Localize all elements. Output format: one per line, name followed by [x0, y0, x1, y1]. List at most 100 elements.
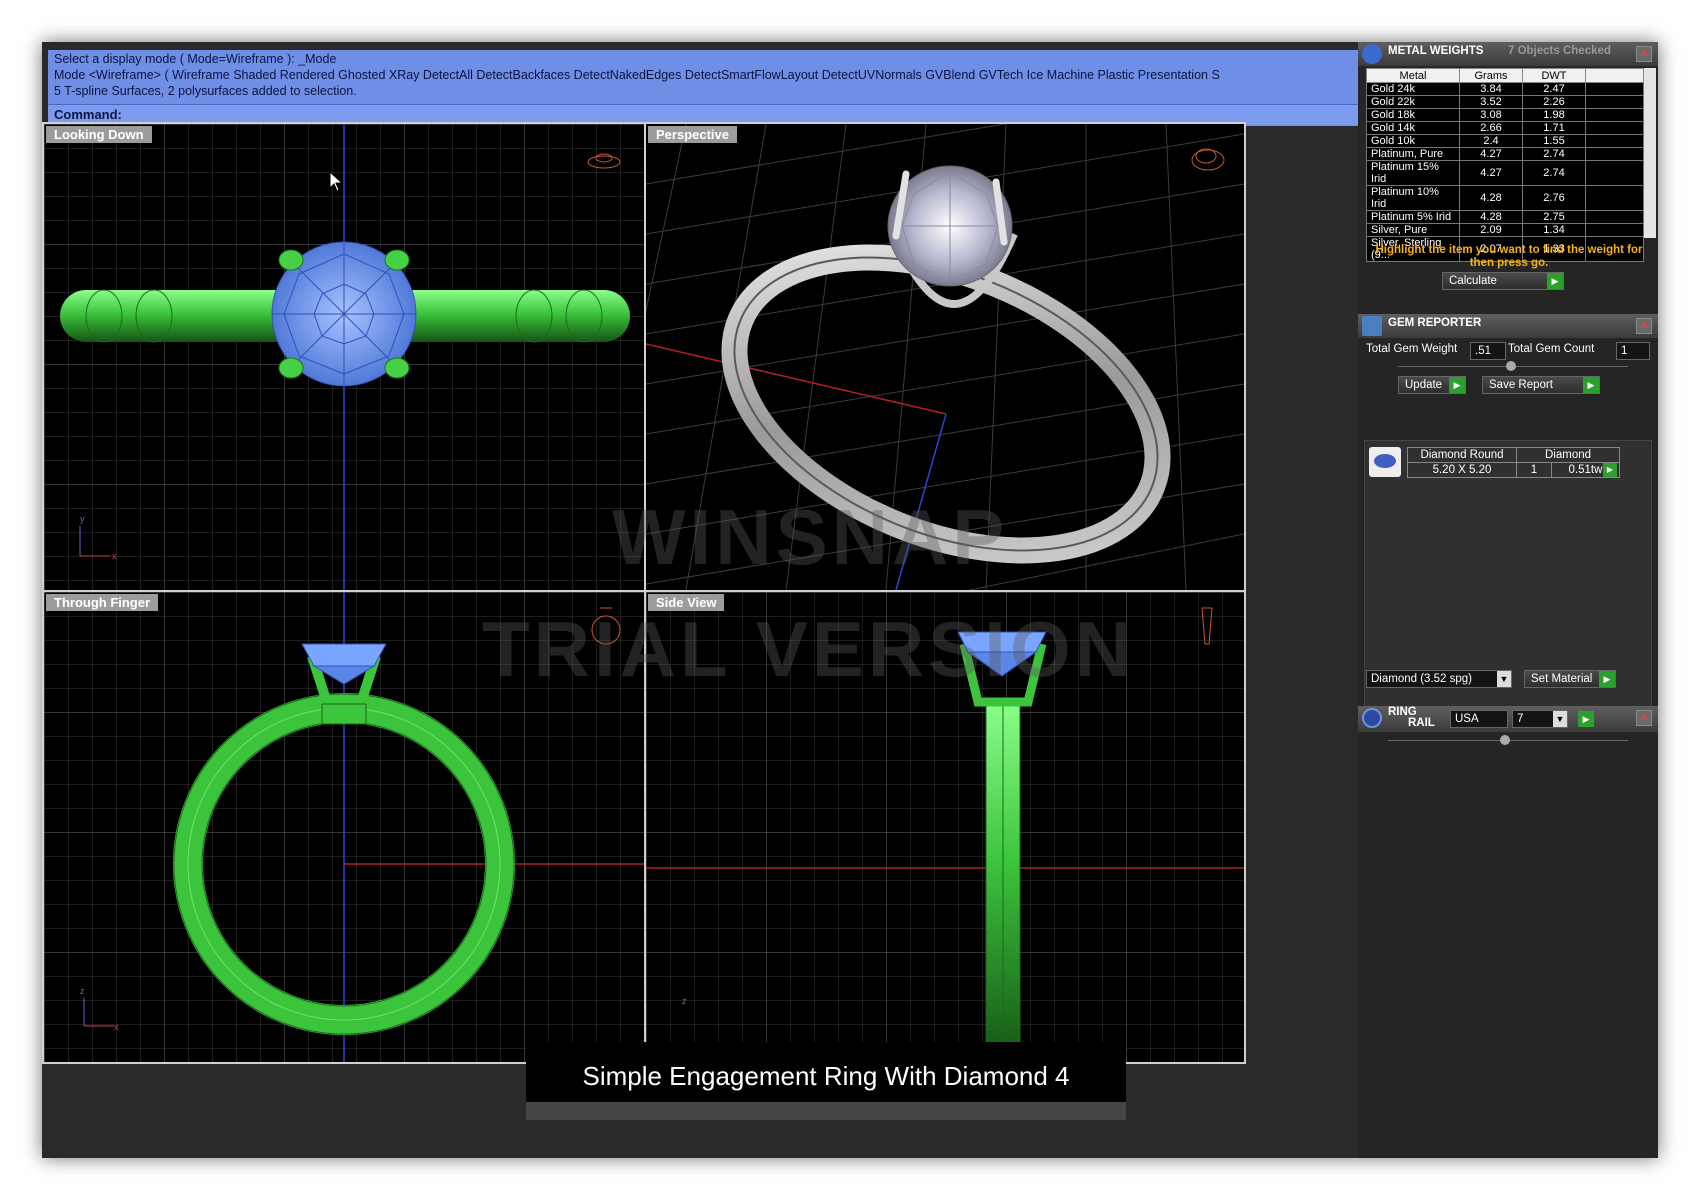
command-line-1: Select a display mode ( Mode=Wireframe )… [54, 52, 337, 66]
cell-grams: 3.52 [1459, 95, 1523, 109]
close-icon[interactable]: ✕ [1636, 46, 1652, 62]
cell-dwt: 2.74 [1522, 160, 1586, 186]
table-row[interactable]: Gold 24k 3.84 2.47 [1366, 82, 1644, 96]
country-field[interactable]: USA [1450, 710, 1508, 728]
cell-metal: Platinum 10% Irid [1366, 185, 1460, 211]
cell-metal: Platinum 5% Irid [1366, 210, 1460, 224]
col-dwt[interactable]: DWT [1522, 68, 1586, 83]
gem-reporter-title: GEM REPORTER [1388, 317, 1482, 329]
close-icon[interactable]: ✕ [1636, 710, 1652, 726]
metal-weights-header: METAL WEIGHTS 7 Objects Checked ✕ [1358, 42, 1658, 66]
svg-text:y: y [80, 514, 85, 524]
cell-dwt: 2.76 [1522, 185, 1586, 211]
table-row[interactable]: Platinum, Pure 4.27 2.74 [1366, 147, 1644, 161]
table-row[interactable]: Platinum 15% Irid 4.27 2.74 [1366, 160, 1644, 186]
cell-grams: 2.4 [1459, 134, 1523, 148]
viewport-canvas: yx [44, 124, 644, 590]
cell-dwt: 1.55 [1522, 134, 1586, 148]
cell-grams: 2.66 [1459, 121, 1523, 135]
gem-qty: 1 [1516, 462, 1552, 478]
update-button[interactable]: Update ▶ [1398, 376, 1466, 394]
metal-weights-table[interactable]: Metal Grams DWT Gold 24k 3.84 2.47 Gold 22k… [1366, 68, 1644, 262]
svg-text:z: z [80, 986, 85, 996]
table-row[interactable]: Gold 14k 2.66 1.71 [1366, 121, 1644, 135]
report-icon [1362, 316, 1382, 336]
calculate-button[interactable]: Calculate ▶ [1442, 272, 1564, 290]
cell-grams: 4.28 [1459, 185, 1523, 211]
cell-metal: Gold 24k [1366, 82, 1460, 96]
material-select-value: Diamond (3.52 spg) [1371, 673, 1472, 685]
diamond-side [301, 643, 387, 667]
command-history[interactable]: Select a display mode ( Mode=Wireframe )… [48, 50, 1380, 181]
col-grams[interactable]: Grams [1459, 68, 1523, 83]
ring-size-value: 7 [1517, 713, 1524, 725]
ring-size-select[interactable]: 7 ▼ [1512, 710, 1568, 728]
cell-grams: 4.27 [1459, 147, 1523, 161]
update-label: Update [1405, 379, 1443, 391]
total-gem-count-label: Total Gem Count [1508, 343, 1595, 355]
go-arrow-icon[interactable]: ▶ [1578, 711, 1594, 727]
ring-rail-header: RING RAIL USA 7 ▼ ▶ ✕ [1358, 706, 1658, 732]
cell-dwt: 2.75 [1522, 210, 1586, 224]
go-arrow-icon: ▶ [1583, 377, 1599, 393]
viewport-looking-down[interactable]: Looking Down yx [42, 122, 646, 592]
set-material-button[interactable]: Set Material ▶ [1524, 670, 1616, 688]
command-label: Command: [54, 107, 122, 122]
viewport-title[interactable]: Looking Down [46, 126, 152, 143]
cell-metal: Gold 14k [1366, 121, 1460, 135]
calculate-label: Calculate [1449, 275, 1497, 287]
cell-grams: 3.84 [1459, 82, 1523, 96]
metal-weights-scrollbar[interactable] [1644, 68, 1656, 238]
command-line-2: Mode <Wireframe> ( Wireframe Shaded Rend… [54, 68, 1220, 82]
ring-icon [1362, 708, 1382, 728]
metal-weights-title: METAL WEIGHTS [1388, 45, 1484, 57]
svg-text:x: x [114, 1022, 119, 1032]
chevron-down-icon[interactable]: ▼ [1497, 671, 1511, 687]
cell-metal: Silver, Pure [1366, 223, 1460, 237]
table-row[interactable]: Gold 18k 3.08 1.98 [1366, 108, 1644, 122]
material-select[interactable]: Diamond (3.52 spg) ▼ [1366, 670, 1512, 688]
watermark-line-1: WINSNAP [612, 493, 1009, 581]
close-icon[interactable]: ✕ [1636, 318, 1652, 334]
gem-material: Diamond [1516, 447, 1620, 463]
viewport-title[interactable]: Through Finger [46, 594, 159, 611]
table-row[interactable]: Platinum 5% Irid 4.28 2.75 [1366, 210, 1644, 224]
total-gem-count-field[interactable]: 1 [1616, 342, 1650, 360]
total-gem-weight-field[interactable]: .51 [1470, 342, 1506, 360]
save-report-label: Save Report [1489, 379, 1553, 391]
save-report-button[interactable]: Save Report ▶ [1482, 376, 1600, 394]
cell-metal: Gold 22k [1366, 95, 1460, 109]
go-arrow-icon: ▶ [1599, 671, 1615, 687]
col-metal[interactable]: Metal [1366, 68, 1460, 83]
set-material-label: Set Material [1531, 673, 1593, 685]
cell-metal: Gold 10k [1366, 134, 1460, 148]
go-arrow-icon: ▶ [1449, 377, 1465, 393]
ring-rail-slider-thumb[interactable] [1500, 735, 1510, 745]
cell-dwt: 1.34 [1522, 223, 1586, 237]
metal-weights-rows: Gold 24k 3.84 2.47 Gold 22k 3.52 2.26 Gold 18k… [1366, 82, 1644, 262]
gem-row[interactable]: Diamond Round Diamond 5.20 X 5.20 1 0.51… [1407, 447, 1620, 478]
table-row[interactable]: Gold 22k 3.52 2.26 [1366, 95, 1644, 109]
flask-icon [1362, 44, 1382, 64]
diamond-thumbnail-icon [1369, 447, 1401, 477]
go-arrow-icon[interactable]: ▶ [1603, 463, 1617, 477]
table-row[interactable]: Silver, Pure 2.09 1.34 [1366, 223, 1644, 237]
cell-grams: 4.27 [1459, 160, 1523, 186]
cell-grams: 4.28 [1459, 210, 1523, 224]
svg-text:z: z [682, 996, 687, 1006]
table-row[interactable]: Platinum 10% Irid 4.28 2.76 [1366, 185, 1644, 211]
plugin-panel: METAL WEIGHTS 7 Objects Checked ✕ Metal … [1358, 42, 1658, 1158]
table-row[interactable]: Gold 10k 2.4 1.55 [1366, 134, 1644, 148]
cell-grams: 2.09 [1459, 223, 1523, 237]
app-window: Select a display mode ( Mode=Wireframe )… [42, 42, 1658, 1158]
cell-grams: 3.08 [1459, 108, 1523, 122]
viewport-title[interactable]: Perspective [648, 126, 737, 143]
go-arrow-icon: ▶ [1547, 273, 1563, 289]
caption-bar [526, 1102, 1126, 1120]
slider-thumb[interactable] [1506, 361, 1516, 371]
objects-checked-status: 7 Objects Checked [1508, 45, 1611, 57]
svg-text:x: x [112, 551, 117, 561]
total-gem-weight-label: Total Gem Weight [1366, 343, 1458, 355]
chevron-down-icon[interactable]: ▼ [1553, 711, 1567, 727]
cell-dwt: 2.74 [1522, 147, 1586, 161]
